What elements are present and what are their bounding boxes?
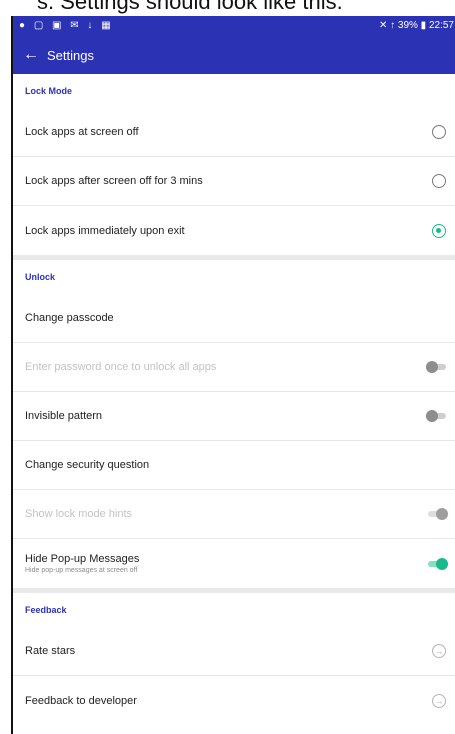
rate-stars-item[interactable]: Rate stars → — [13, 627, 455, 676]
arrow-circle-icon[interactable]: → — [432, 693, 446, 708]
item-label: Feedback to developer — [25, 694, 137, 707]
item-label: Invisible pattern — [25, 410, 103, 422]
status-notification-icons: ● ▢ ▣ ✉ ↓ ▦ — [19, 20, 114, 31]
option-label: Lock apps immediately upon exit — [25, 224, 185, 237]
caption-text: s. Settings should look like this. — [37, 0, 343, 14]
option-label: Lock apps after screen off for 3 mins — [25, 175, 203, 187]
option-lock-after-3-mins[interactable]: Lock apps after screen off for 3 mins — [13, 157, 455, 206]
item-label: Hide Pop-up Messages — [25, 553, 140, 565]
feedback-to-developer-item[interactable]: Feedback to developer → — [13, 676, 455, 725]
item-label: Change passcode — [25, 312, 114, 324]
back-arrow-icon[interactable]: ← — [23, 46, 39, 64]
item-sublabel: Hide pop-up messages at screen off — [25, 567, 138, 574]
arrow-circle-icon[interactable]: → — [432, 644, 446, 658]
section-header-lock-mode: Lock Mode — [25, 86, 73, 96]
change-security-question-item[interactable]: Change security question — [13, 441, 455, 490]
page-title: Settings — [47, 48, 94, 63]
invisible-pattern-item[interactable]: Invisible pattern — [13, 392, 455, 441]
radio-button[interactable] — [432, 174, 446, 188]
section-header-unlock: Unlock — [25, 272, 56, 282]
invisible-pattern-toggle[interactable] — [426, 410, 448, 422]
item-label: Change security question — [25, 459, 150, 471]
item-label: Show lock mode hints — [25, 508, 132, 520]
hide-popup-messages-item[interactable]: Hide Pop-up Messages Hide pop-up message… — [13, 539, 455, 588]
item-label: Enter password once to unlock all apps — [25, 361, 217, 373]
status-bar: ● ▢ ▣ ✉ ↓ ▦ ✕ ↑ 39% ▮ 22:57 — [13, 16, 455, 37]
enter-password-once-item: Enter password once to unlock all apps — [13, 343, 455, 392]
option-label: Lock apps at screen off — [25, 126, 139, 138]
change-passcode-item[interactable]: Change passcode — [13, 294, 455, 343]
option-lock-at-screen-off[interactable]: Lock apps at screen off — [13, 108, 455, 157]
radio-button[interactable] — [432, 125, 446, 139]
app-bar: ← Settings — [13, 37, 455, 74]
option-lock-immediately[interactable]: Lock apps immediately upon exit — [13, 206, 455, 255]
radio-button-selected[interactable] — [432, 223, 446, 238]
settings-list: Lock Mode Lock apps at screen off Lock a… — [13, 74, 455, 725]
screen: s. Settings should look like this. ● ▢ ▣… — [0, 0, 455, 734]
hide-popup-messages-toggle[interactable] — [426, 557, 448, 570]
section-header-feedback: Feedback — [25, 605, 67, 615]
settings-app: ● ▢ ▣ ✉ ↓ ▦ ✕ ↑ 39% ▮ 22:57 ← Settings L… — [11, 16, 455, 734]
item-label: Rate stars — [25, 645, 76, 657]
status-system-info: ✕ ↑ 39% ▮ 22:57 — [378, 20, 454, 31]
show-lock-mode-hints-item: Show lock mode hints — [13, 490, 455, 539]
enter-password-once-toggle — [426, 361, 448, 373]
show-lock-mode-hints-toggle — [426, 508, 448, 520]
